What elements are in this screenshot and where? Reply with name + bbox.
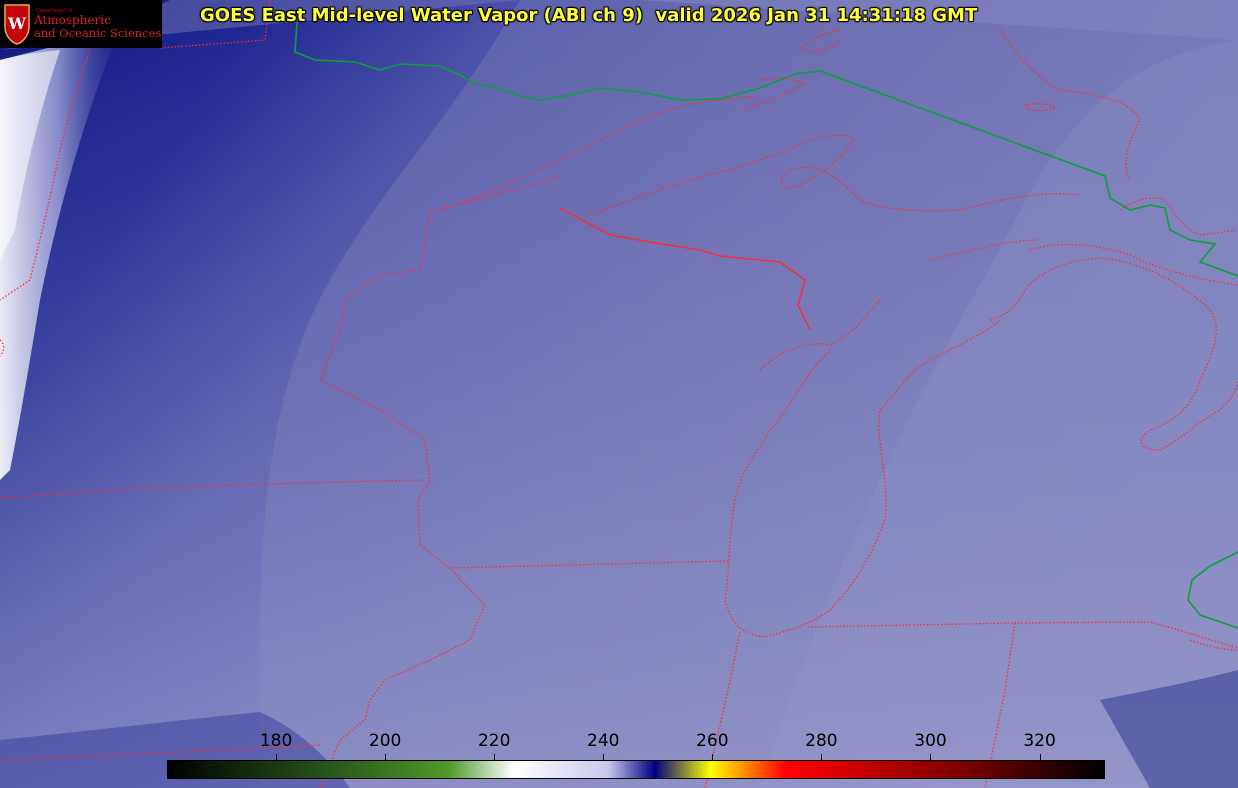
colorbar-tick-mark: [603, 754, 605, 760]
colorbar-tick-mark: [385, 754, 387, 760]
colorbar-tick-label: 220: [477, 731, 511, 751]
image-title: GOES East Mid-level Water Vapor (ABI ch …: [200, 5, 978, 26]
colorbar-tick-mark: [930, 754, 932, 760]
logo-line2: and Oceanic Sciences: [34, 26, 162, 40]
colorbar-tick-label: 320: [1023, 731, 1056, 751]
colorbar-tick-label: 260: [696, 731, 729, 751]
seal-letter: W: [7, 14, 27, 33]
colorbar-tick-mark: [712, 754, 714, 760]
uw-aos-logo: W Department of Atmospheric and Oceanic …: [0, 0, 162, 48]
water-vapor-map: [0, 0, 1238, 788]
colorbar-tick-label: 200: [368, 731, 402, 751]
uw-crest-icon: W: [4, 4, 30, 45]
colorbar: [167, 760, 1105, 779]
colorbar-tick-label: 240: [587, 731, 620, 751]
colorbar-tick-mark: [494, 754, 496, 760]
colorbar-tick-label: 300: [914, 731, 947, 751]
colorbar-tick-mark: [1039, 754, 1041, 760]
colorbar-tick-mark: [821, 754, 823, 760]
colorbar-tick-mark: [276, 754, 278, 760]
colorbar-tick-label: 280: [805, 731, 838, 751]
colorbar-tick-label: 180: [259, 731, 293, 751]
